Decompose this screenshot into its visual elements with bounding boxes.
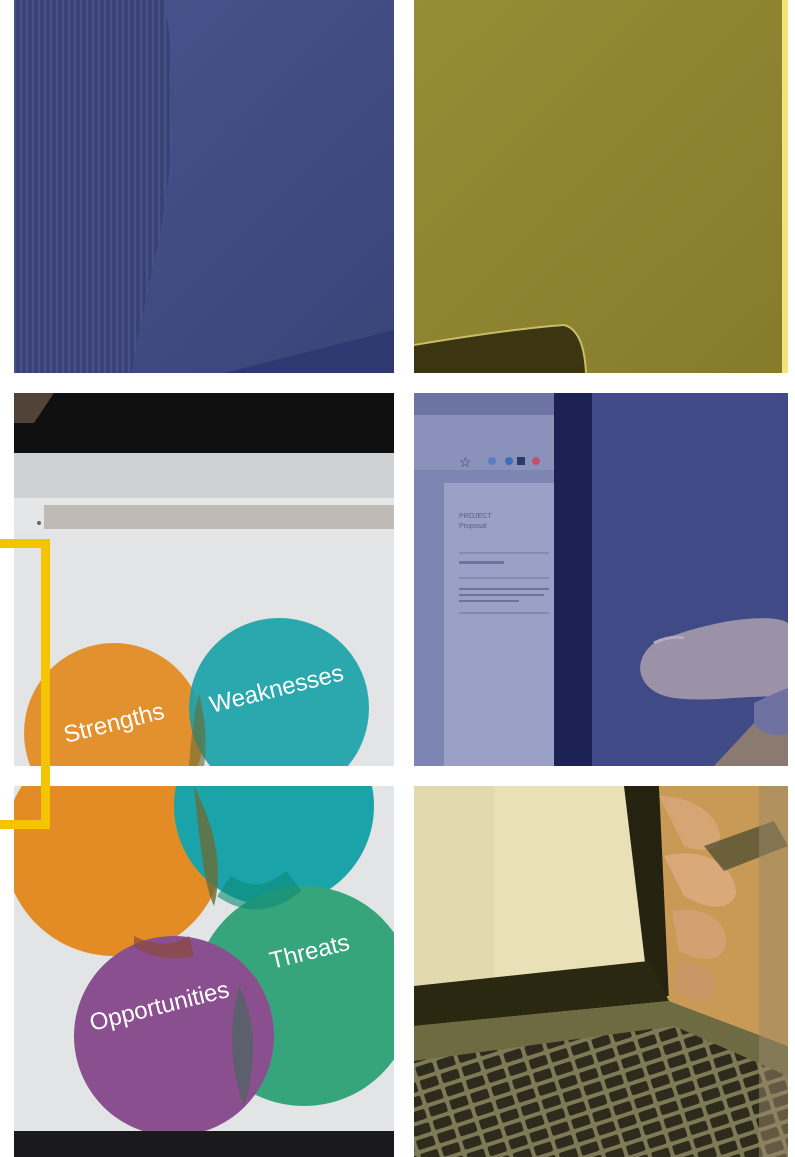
accent-bracket: [0, 539, 50, 829]
photo-tile-sweater: [14, 0, 394, 373]
photo-tile-swot-bottom: Opportunities Threats: [14, 786, 394, 1157]
photo-tile-keyboard-hand: [414, 786, 788, 1157]
star-icon[interactable]: ☆: [459, 454, 472, 470]
photo-tile-monitor-top: [414, 0, 788, 373]
browser-doc-title: PROJECT: [459, 513, 492, 520]
browser-doc-subtitle: Proposal: [459, 523, 487, 530]
photo-tile-swot-top: Strengths Weaknesses: [14, 393, 394, 766]
photo-tile-browser-hand: ☆ PROJECT Proposal: [414, 393, 788, 766]
